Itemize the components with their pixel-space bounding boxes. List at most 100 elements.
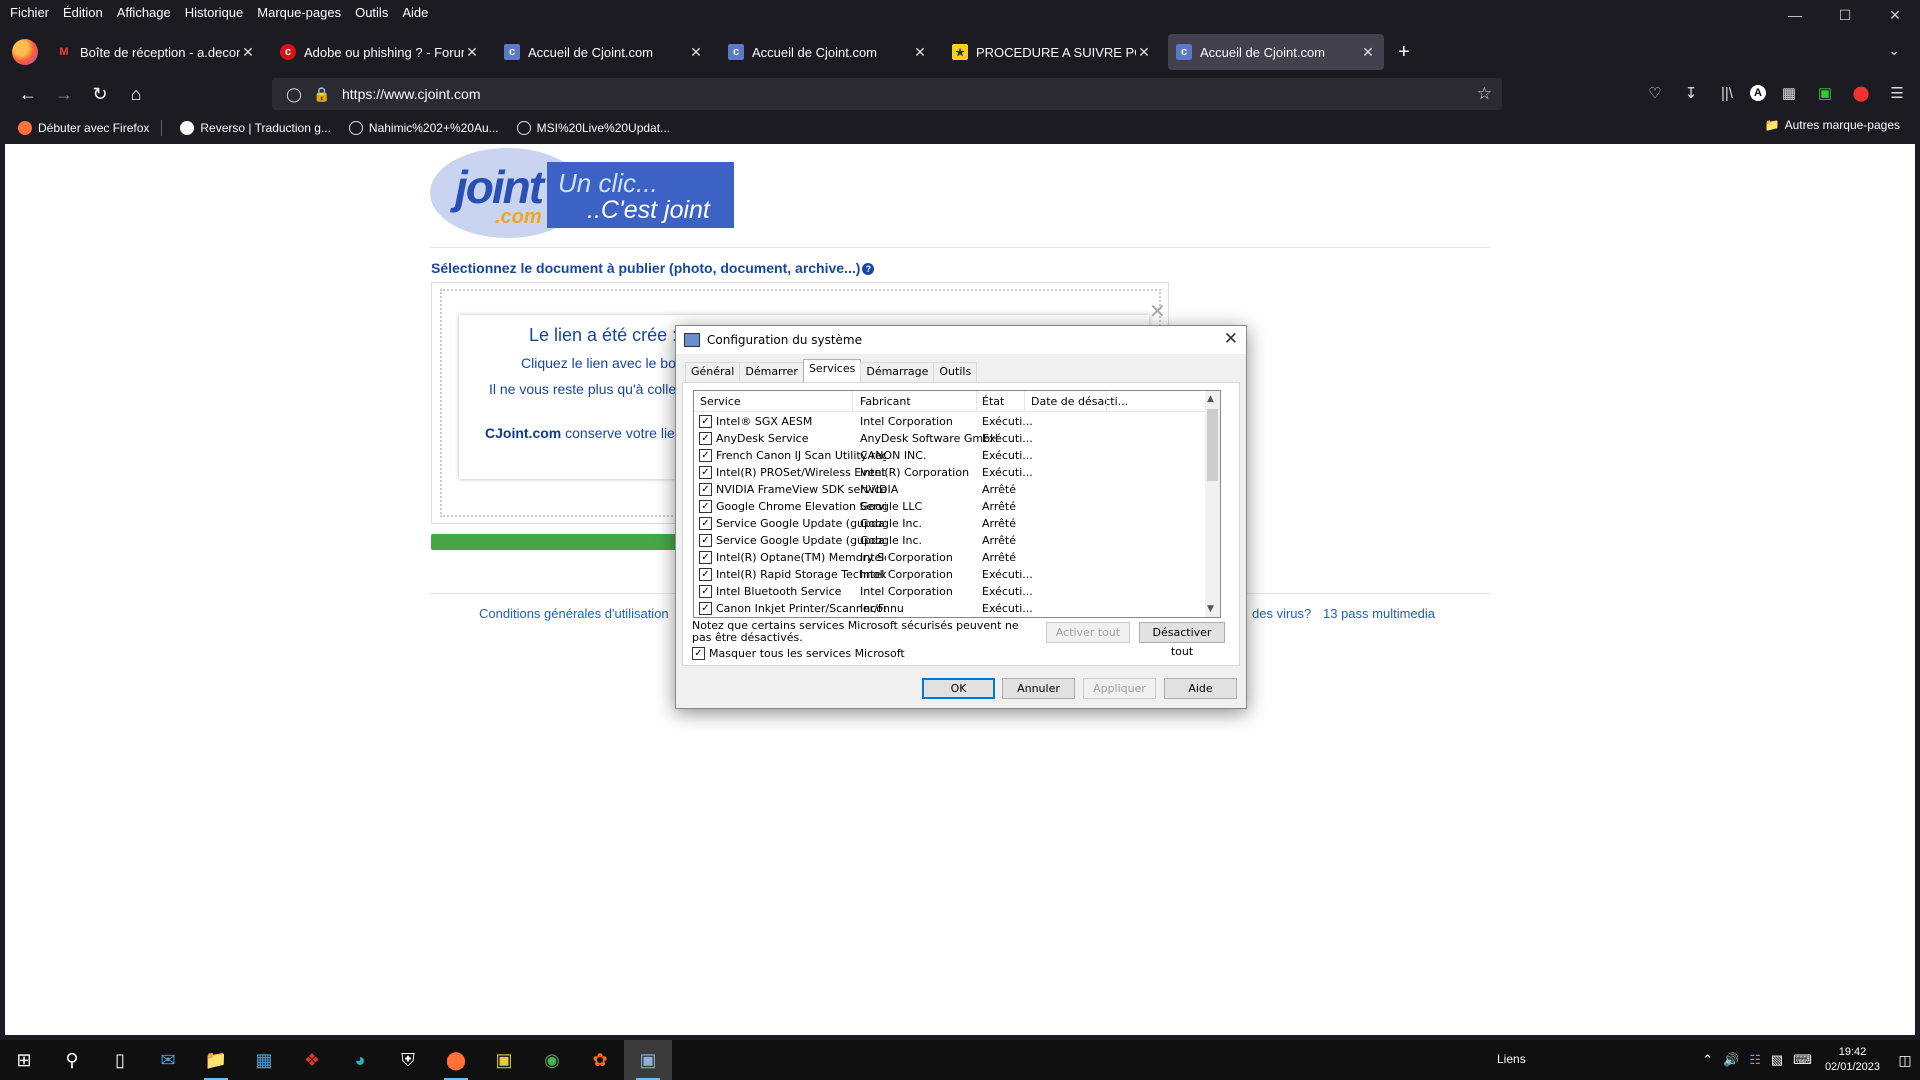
extension-meter-icon[interactable]: ▦ [1776, 80, 1802, 106]
url-text[interactable]: https://www.cjoint.com [342, 86, 481, 102]
service-row[interactable]: ✓ Intel(R) Optane(TM) Memory Se... Intel C… [694, 549, 1204, 566]
service-row[interactable]: ✓ AnyDesk Service AnyDesk Software GmbH Exé… [694, 430, 1204, 447]
checkbox[interactable]: ✓ [699, 585, 712, 598]
file-explorer-icon[interactable]: 📁 [192, 1040, 240, 1080]
downloads-icon[interactable]: ↧ [1678, 80, 1704, 106]
checkbox[interactable]: ✓ [699, 466, 712, 479]
search-icon[interactable]: ⚲ [48, 1040, 96, 1080]
maximize-button[interactable]: ☐ [1820, 0, 1870, 30]
service-row[interactable]: ✓ Intel(R) Rapid Storage Technology Intel … [694, 566, 1204, 583]
app-icon[interactable]: ▣ [480, 1040, 528, 1080]
footer-pass-link[interactable]: 13 pass multimedia [1323, 606, 1435, 621]
bookmark-msi[interactable]: MSI%20Live%20Updat... [516, 121, 670, 135]
checkbox[interactable]: ✓ [699, 551, 712, 564]
service-row[interactable]: ✓ Service Google Update (gupdate) Google I… [694, 515, 1204, 532]
ok-button[interactable]: OK [922, 678, 995, 699]
firefox-view-icon[interactable] [12, 39, 38, 65]
tab-demarrer[interactable]: Démarrer [739, 362, 804, 383]
minimize-button[interactable]: — [1770, 0, 1820, 30]
forward-arrow-icon[interactable]: → [46, 79, 82, 109]
disable-all-button[interactable]: Désactiver tout [1139, 622, 1225, 658]
mail-icon[interactable]: ✉ [144, 1040, 192, 1080]
checkbox[interactable]: ✓ [699, 415, 712, 428]
checkbox[interactable]: ✓ [699, 602, 712, 615]
close-window-button[interactable]: ✕ [1870, 0, 1920, 30]
dialog-titlebar[interactable]: Configuration du système ✕ [676, 326, 1246, 354]
keyboard-icon[interactable]: ⌨ [1793, 1052, 1812, 1068]
pocket-icon[interactable]: ♡ [1642, 80, 1668, 106]
col-date[interactable]: Date de désacti... [1031, 395, 1128, 408]
col-etat[interactable]: État [982, 395, 1004, 408]
close-tab-icon[interactable]: ✕ [1136, 44, 1152, 61]
col-fabricant[interactable]: Fabricant [860, 395, 911, 408]
tab-general[interactable]: Général [685, 362, 741, 383]
service-row[interactable]: ✓ Canon Inkjet Printer/Scanner/Fa... Incon… [694, 600, 1204, 617]
store-icon[interactable]: ▦ [240, 1040, 288, 1080]
avast-icon[interactable]: ✿ [576, 1040, 624, 1080]
windows-start-icon[interactable]: ⊞ [0, 1040, 48, 1080]
extension-check-icon[interactable]: ▣ [1812, 80, 1838, 106]
close-tab-icon[interactable]: ✕ [688, 44, 704, 61]
msi-dragon-icon[interactable]: ❖ [288, 1040, 336, 1080]
service-row[interactable]: ✓ Intel® SGX AESM Intel Corporation Exécuti… [694, 413, 1204, 430]
reload-icon[interactable]: ↻ [82, 79, 118, 109]
edge-icon[interactable]: ◕ [336, 1040, 384, 1080]
menu-outils[interactable]: Outils [348, 5, 395, 20]
clock[interactable]: 19:42 02/01/2023 [1825, 1045, 1880, 1075]
back-arrow-icon[interactable]: ← [10, 79, 46, 109]
service-row[interactable]: ✓ French Canon IJ Scan Utility regi... CAN… [694, 447, 1204, 464]
volume-icon[interactable]: 🔊 [1723, 1052, 1739, 1068]
help-button[interactable]: Aide [1164, 678, 1237, 699]
help-icon[interactable]: ? [862, 263, 875, 276]
menu-fichier[interactable]: Fichier [0, 5, 56, 20]
cjoint-logo[interactable]: joint .com Un clic... ..C'est joint :-) [430, 148, 735, 253]
tab-cjoint-1[interactable]: c Accueil de Cjoint.com ✕ [496, 34, 712, 70]
menu-historique[interactable]: Historique [178, 5, 251, 20]
hamburger-menu-icon[interactable]: ☰ [1884, 80, 1910, 106]
close-tab-icon[interactable]: ✕ [1360, 44, 1376, 61]
tab-cjoint-active[interactable]: c Accueil de Cjoint.com ✕ [1168, 34, 1384, 70]
list-all-tabs-icon[interactable]: ⌄ [1888, 42, 1900, 59]
close-tab-icon[interactable]: ✕ [464, 44, 480, 61]
menu-edition[interactable]: Édition [56, 5, 110, 20]
checkbox[interactable]: ✓ [699, 449, 712, 462]
close-tab-icon[interactable]: ✕ [240, 44, 256, 61]
vertical-scrollbar[interactable]: ▲ ▼ [1205, 391, 1220, 617]
tab-services[interactable]: Services [802, 359, 862, 384]
checkbox[interactable]: ✓ [699, 517, 712, 530]
shield-icon[interactable]: ◯ [280, 86, 308, 103]
new-tab-button[interactable]: + [1398, 41, 1410, 64]
menu-affichage[interactable]: Affichage [110, 5, 178, 20]
service-row[interactable]: ✓ Google Chrome Elevation Servic... Google… [694, 498, 1204, 515]
security-shield-icon[interactable]: ⛨ [384, 1040, 432, 1080]
nahimic-icon[interactable]: ☷ [1749, 1052, 1761, 1068]
services-list[interactable]: Service Fabricant État Date de désacti..… [693, 390, 1221, 618]
enable-all-button[interactable]: Activer tout [1046, 622, 1130, 643]
other-bookmarks[interactable]: 📁 Autres marque-pages [1765, 118, 1900, 132]
task-view-icon[interactable]: ▯ [96, 1040, 144, 1080]
library-icon[interactable]: ||\ [1714, 80, 1740, 106]
checkbox[interactable]: ✓ [699, 568, 712, 581]
checkbox[interactable]: ✓ [699, 500, 712, 513]
chevron-up-icon[interactable]: ⌃ [1702, 1052, 1713, 1068]
scroll-up-arrow-icon[interactable]: ▲ [1207, 394, 1214, 404]
url-bar[interactable]: ◯ 🔒 https://www.cjoint.com ☆ [272, 78, 1502, 110]
links-toolbar[interactable]: Liens [1497, 1052, 1526, 1066]
menu-marque-pages[interactable]: Marque-pages [250, 5, 348, 20]
bookmark-nahimic[interactable]: Nahimic%202+%20Au... [348, 121, 499, 135]
col-service[interactable]: Service [700, 395, 741, 408]
tab-outils[interactable]: Outils [933, 362, 978, 383]
service-row[interactable]: ✓ Intel Bluetooth Service Intel Corporatio… [694, 583, 1204, 600]
firefox-taskbar-icon[interactable]: ⬤ [432, 1040, 480, 1080]
hide-microsoft-label[interactable]: Masquer tous les services Microsoft [709, 647, 905, 660]
service-row[interactable]: ✓ NVIDIA FrameView SDK service NVIDIA Arrêt… [694, 481, 1204, 498]
scroll-down-arrow-icon[interactable]: ▼ [1207, 604, 1214, 614]
chrome-icon[interactable]: ◉ [528, 1040, 576, 1080]
bookmark-firefox[interactable]: Débuter avec Firefox [18, 121, 149, 135]
tab-forum[interactable]: c Adobe ou phishing ? - Forums C ✕ [272, 34, 488, 70]
bookmark-reverso[interactable]: Reverso | Traduction g... [180, 121, 331, 135]
scroll-thumb[interactable] [1207, 409, 1218, 481]
checkbox[interactable]: ✓ [699, 483, 712, 496]
service-row[interactable]: ✓ Intel(R) PROSet/Wireless Event ... Intel… [694, 464, 1204, 481]
footer-conditions-link[interactable]: Conditions générales d'utilisation [479, 606, 669, 621]
